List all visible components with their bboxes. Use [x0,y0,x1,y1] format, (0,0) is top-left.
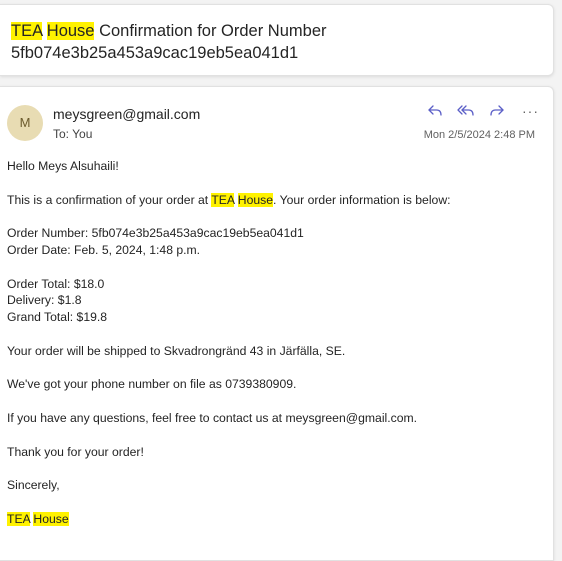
intro-paragraph: This is a confirmation of your order at … [7,192,542,209]
message-actions: ··· [415,101,539,121]
intro-text-end: . Your order information is below: [273,192,451,207]
subject-header: TEA House Confirmation for Order Number … [0,4,554,76]
more-icon: ··· [522,103,539,119]
grand-total-line: Grand Total: $19.8 [7,310,108,325]
subject-text: Confirmation for Order Number [99,22,327,40]
intro-brand-house: House [237,192,274,207]
forward-button[interactable] [486,101,508,121]
reply-all-icon [457,105,474,116]
closing-line: Sincerely, [7,478,60,493]
message-card: M meysgreen@gmail.com To: You ··· Mon 2/… [0,86,554,561]
sender-avatar[interactable]: M [7,105,43,141]
to-label: To: [53,127,70,141]
signature: TEA House [7,511,542,528]
message-body: Hello Meys Alsuhaili! This is a confirma… [7,158,542,528]
signature-brand-tea: TEA [7,511,31,526]
order-total-line: Order Total: $18.0 [7,276,105,291]
message-date: Mon 2/5/2024 2:48 PM [423,129,535,141]
sender-address[interactable]: meysgreen@gmail.com [53,106,200,122]
questions-line: If you have any questions, feel free to … [7,410,418,425]
subject-brand-tea: TEA [11,22,43,40]
reply-all-button[interactable] [455,101,477,121]
forward-icon [490,105,504,116]
order-number-line: Order Number: 5fb074e3b25a453a9cac19eb5e… [7,226,304,241]
intro-brand-tea: TEA [211,192,235,207]
intro-text: This is a confirmation of your order at [7,192,209,207]
order-date-line: Order Date: Feb. 5, 2024, 1:48 p.m. [7,242,201,257]
reply-icon [428,105,442,116]
more-actions-button[interactable]: ··· [522,103,539,119]
greeting: Hello Meys Alsuhaili! [7,159,119,173]
to-value[interactable]: You [72,127,92,141]
delivery-line: Delivery: $1.8 [7,293,82,308]
reply-button[interactable] [424,101,446,121]
phone-line: We've got your phone number on file as 0… [7,377,297,392]
subject-order-number: 5fb074e3b25a453a9cac19eb5ea041d1 [11,44,299,62]
email-subject: TEA House Confirmation for Order Number … [11,20,541,64]
subject-brand-house: House [46,22,95,40]
recipient-line: To: You [53,127,92,141]
signature-brand-house: House [33,511,69,526]
shipping-line: Your order will be shipped to Skvadrongr… [7,343,346,358]
thanks-line: Thank you for your order! [7,444,144,459]
